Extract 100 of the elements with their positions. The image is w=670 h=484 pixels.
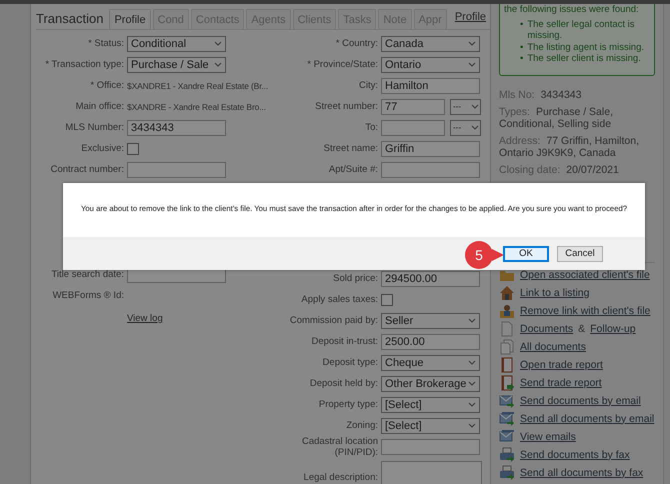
sidebar-link[interactable]: Send all documents by fax xyxy=(520,466,644,479)
field-label: Cadastral location (PIN/PID): xyxy=(302,436,378,458)
field-label: * Status: xyxy=(88,38,124,49)
field-label: * Office: xyxy=(90,80,124,91)
input-field[interactable]: 3434343 xyxy=(127,120,226,136)
ampersand: & xyxy=(578,322,586,335)
field-label: MLS Number: xyxy=(65,122,124,133)
field-label: Street name: xyxy=(324,143,378,154)
issues-intro: the following issues were found: xyxy=(504,4,640,15)
field-label: Zoning: xyxy=(346,420,378,431)
sidebar-link[interactable]: Remove link with client's file xyxy=(520,304,650,317)
dropdown[interactable]: Seller xyxy=(381,312,480,328)
sidebar-link[interactable]: Documents xyxy=(520,322,574,335)
input-field[interactable]: 2500.00 xyxy=(381,334,480,350)
summary-value: 20/07/2021 xyxy=(566,164,619,176)
field-label: Apply sales taxes: xyxy=(301,294,378,305)
issue-text: The seller legal contact is missing. xyxy=(527,19,636,42)
caret-icon xyxy=(468,360,476,365)
caret-icon xyxy=(468,423,476,428)
issue-text: The listing agent is missing. xyxy=(527,42,644,54)
caret-icon xyxy=(468,62,476,67)
field-label: Contract number: xyxy=(50,164,124,175)
field-label: Commission paid by: xyxy=(290,315,378,326)
dropdown[interactable]: Ontario xyxy=(381,56,480,72)
dropdown[interactable]: [Select] xyxy=(381,418,480,434)
caret-icon xyxy=(214,41,222,46)
input-field[interactable] xyxy=(381,120,445,136)
summary-value: Purchase / Sale, xyxy=(536,106,613,118)
sidebar-link[interactable]: Send documents by fax xyxy=(520,448,630,461)
field-label: Apt/Suite #: xyxy=(328,164,378,175)
field-label: Main office: xyxy=(76,101,124,112)
field-label: Property type: xyxy=(318,399,378,410)
summary-value: Conditional, Selling side xyxy=(499,118,612,130)
issue-text: The seller client is missing. xyxy=(527,53,641,65)
sidebar-link[interactable]: Send documents by email xyxy=(520,394,641,407)
field-label: Deposit type: xyxy=(322,357,378,368)
dropdown[interactable]: --- xyxy=(450,120,481,136)
sidebar-link[interactable]: Send trade report xyxy=(520,376,602,389)
sidebar-link[interactable]: All documents xyxy=(520,340,586,353)
field-label: City: xyxy=(359,80,378,91)
bullet: • xyxy=(520,42,524,54)
input-field[interactable]: Hamilton xyxy=(381,78,480,94)
caret-icon xyxy=(468,381,476,386)
field-label: * Province/State: xyxy=(307,59,378,70)
dropdown[interactable]: Canada xyxy=(381,36,480,52)
dropdown[interactable]: Cheque xyxy=(381,354,480,370)
caret-icon xyxy=(468,402,476,407)
printer-icon xyxy=(499,464,515,481)
dropdown[interactable]: --- xyxy=(450,98,481,114)
field-label: Title search date: xyxy=(51,269,124,280)
summary-value: Ontario J9K9K9, Canada xyxy=(499,146,616,159)
field-label: Legal description: xyxy=(304,472,378,483)
field-value: $XANDRE - Xandre Real Estate Bro... xyxy=(127,102,266,112)
sidebar-link[interactable]: View emails xyxy=(520,430,576,443)
sidebar-link[interactable]: Open associated client's file xyxy=(520,268,650,281)
field-label: Exclusive: xyxy=(81,143,124,154)
profile-link[interactable]: Profile xyxy=(454,11,486,23)
bullet: • xyxy=(520,19,524,32)
dropdown[interactable]: Purchase / Sale xyxy=(127,56,226,72)
printer-icon xyxy=(499,446,515,463)
input-field[interactable]: Griffin xyxy=(381,140,480,156)
summary-value: 3434343 xyxy=(540,90,582,101)
person-icon xyxy=(499,302,515,319)
dialog-button[interactable]: Cancel xyxy=(557,246,603,262)
field-label: Sold price: xyxy=(333,273,378,284)
caret-icon xyxy=(468,318,476,323)
dropdown[interactable]: Other Brokerage xyxy=(381,376,480,392)
sidebar-link[interactable]: Follow-up xyxy=(590,322,636,335)
sidebar-link[interactable]: Link to a listing xyxy=(520,286,590,299)
view-log-link[interactable]: View log xyxy=(127,313,163,324)
tab[interactable]: Profile xyxy=(109,9,151,29)
caret-icon xyxy=(468,41,476,46)
field-label: * Country: xyxy=(336,38,378,49)
dropdown[interactable]: Conditional xyxy=(127,36,226,52)
envelopes-arrow-icon xyxy=(499,410,515,427)
dropdown[interactable]: [Select] xyxy=(381,396,480,412)
sidebar-link[interactable]: Send all documents by email xyxy=(520,412,654,425)
field-label: Deposit in-trust: xyxy=(311,336,378,347)
summary-value: 77 Griffin, Hamilton, xyxy=(546,136,640,147)
checkbox[interactable] xyxy=(381,294,393,306)
sidebar-link[interactable]: Open trade report xyxy=(520,358,603,371)
document-icon xyxy=(499,320,515,337)
section-title: Transaction xyxy=(36,11,104,28)
input-field[interactable]: 77 xyxy=(381,98,445,114)
house-icon xyxy=(499,284,515,301)
field-label: * Transaction type: xyxy=(45,59,124,70)
caret-icon xyxy=(214,62,222,67)
checkbox[interactable] xyxy=(127,142,139,154)
dialog-button[interactable]: OK xyxy=(503,246,549,262)
caret-icon xyxy=(471,104,479,109)
field-label: Street number: xyxy=(315,101,378,112)
input-field[interactable] xyxy=(381,162,480,178)
field-label: WEBForms ® Id: xyxy=(52,290,124,301)
input-field[interactable]: 294500.00 xyxy=(381,270,480,286)
field-label: Deposit held by: xyxy=(310,378,378,389)
envelope-arrow-icon xyxy=(499,392,515,409)
field-value: $XANDRE1 - Xandre Real Estate (Br... xyxy=(127,80,268,90)
input-field[interactable] xyxy=(127,162,226,178)
documents-icon xyxy=(499,338,515,355)
input-field[interactable] xyxy=(381,439,480,455)
